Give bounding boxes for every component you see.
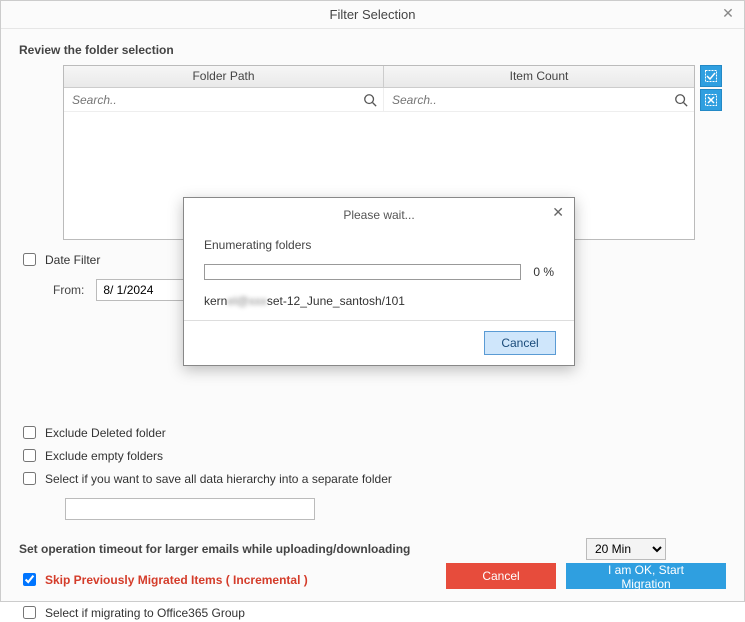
modal-title-text: Please wait... [343, 208, 414, 222]
skip-checkbox[interactable] [23, 573, 36, 586]
save-hierarchy-row: Select if you want to save all data hier… [19, 469, 726, 488]
close-icon[interactable]: ✕ [718, 3, 738, 23]
date-filter-label: Date Filter [45, 253, 100, 267]
uncheck-all-button[interactable] [700, 89, 722, 111]
path-blur: el@xxx [227, 294, 267, 308]
x-icon [705, 94, 717, 106]
modal-cancel-button[interactable]: Cancel [484, 331, 556, 355]
column-item-count[interactable]: Item Count [384, 66, 694, 87]
grid-search-row [64, 88, 694, 112]
search-icon[interactable] [363, 93, 377, 107]
exclude-deleted-row: Exclude Deleted folder [19, 423, 726, 442]
timeout-row: Set operation timeout for larger emails … [19, 538, 726, 560]
skip-label: Skip Previously Migrated Items ( Increme… [45, 573, 308, 587]
from-label: From: [53, 283, 84, 297]
progress-row: 0 % [204, 264, 554, 280]
window-title: Filter Selection [330, 7, 416, 22]
office365-checkbox[interactable] [23, 606, 36, 619]
hierarchy-path-input[interactable] [65, 498, 315, 520]
review-heading: Review the folder selection [19, 43, 726, 57]
search-folder-path[interactable] [70, 92, 363, 108]
exclude-empty-label: Exclude empty folders [45, 449, 163, 463]
titlebar: Filter Selection ✕ [1, 1, 744, 29]
modal-footer: Cancel [184, 320, 574, 365]
modal-status-text: Enumerating folders [204, 238, 554, 252]
search-cell-path [64, 88, 384, 111]
exclude-empty-row: Exclude empty folders [19, 446, 726, 465]
timeout-select[interactable]: 20 Min [586, 538, 666, 560]
check-all-button[interactable] [700, 65, 722, 87]
date-filter-checkbox[interactable] [23, 253, 36, 266]
office365-row: Select if migrating to Office365 Group [19, 603, 726, 622]
from-date-input[interactable] [96, 279, 191, 301]
check-icon [705, 70, 717, 82]
exclude-deleted-label: Exclude Deleted folder [45, 426, 166, 440]
progress-percent: 0 % [533, 265, 554, 279]
path-suffix: set-12_June_santosh/101 [267, 294, 405, 308]
footer-buttons: Cancel I am OK, Start Migration [446, 563, 726, 589]
search-icon[interactable] [674, 93, 688, 107]
path-prefix: kern [204, 294, 227, 308]
cancel-button[interactable]: Cancel [446, 563, 556, 589]
search-cell-count [384, 88, 694, 111]
close-icon[interactable]: ✕ [552, 204, 564, 221]
modal-body: Enumerating folders 0 % kernel@xxxset-12… [184, 232, 574, 320]
modal-path-text: kernel@xxxset-12_June_santosh/101 [204, 294, 554, 308]
save-hierarchy-label: Select if you want to save all data hier… [45, 472, 392, 486]
column-folder-path[interactable]: Folder Path [64, 66, 384, 87]
grid-header: Folder Path Item Count [64, 66, 694, 88]
save-hierarchy-checkbox[interactable] [23, 472, 36, 485]
grid-side-buttons [700, 65, 722, 111]
search-item-count[interactable] [390, 92, 674, 108]
office365-label: Select if migrating to Office365 Group [45, 606, 245, 620]
exclude-empty-checkbox[interactable] [23, 449, 36, 462]
progress-bar [204, 264, 521, 280]
timeout-label: Set operation timeout for larger emails … [19, 542, 410, 556]
filter-selection-window: Filter Selection ✕ Review the folder sel… [0, 0, 745, 602]
exclude-options: Exclude Deleted folder Exclude empty fol… [19, 423, 726, 520]
please-wait-dialog: Please wait... ✕ Enumerating folders 0 %… [183, 197, 575, 366]
exclude-deleted-checkbox[interactable] [23, 426, 36, 439]
modal-titlebar: Please wait... ✕ [184, 198, 574, 232]
start-migration-button[interactable]: I am OK, Start Migration [566, 563, 726, 589]
